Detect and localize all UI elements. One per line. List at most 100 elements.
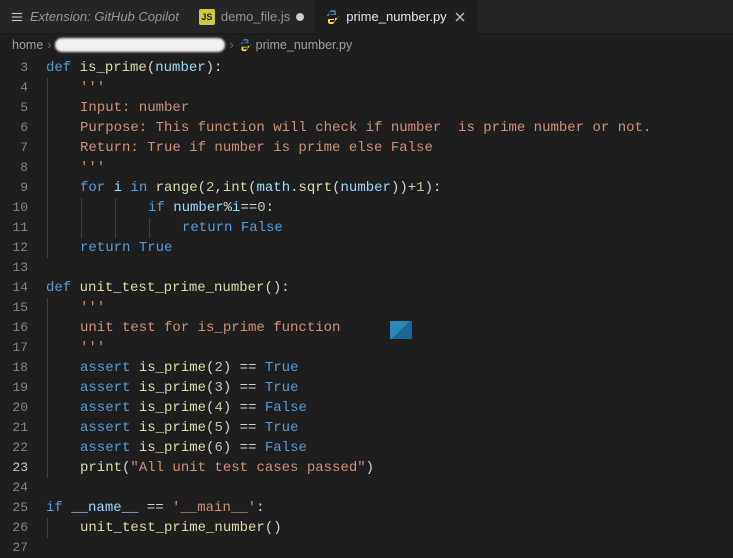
token-op: == bbox=[240, 200, 257, 216]
indent-guide bbox=[47, 318, 48, 338]
breadcrumb-file[interactable]: prime_number.py bbox=[256, 38, 353, 52]
token-pn: ) bbox=[366, 460, 374, 476]
code-line[interactable]: 20assert is_prime(4) == False bbox=[0, 398, 733, 418]
indent-guide bbox=[47, 118, 48, 138]
code-content: assert is_prime(2) == True bbox=[46, 358, 298, 378]
line-number: 16 bbox=[0, 318, 46, 338]
token-str: unit test for is_prime function bbox=[80, 320, 340, 336]
token-var: math bbox=[256, 180, 290, 196]
token-pn: . bbox=[290, 180, 298, 196]
token-var: number bbox=[341, 180, 391, 196]
token-op: == bbox=[240, 360, 265, 376]
line-number: 12 bbox=[0, 238, 46, 258]
tab-prime-number[interactable]: prime_number.py bbox=[314, 0, 476, 33]
token-fn: int bbox=[223, 180, 248, 196]
token-op: + bbox=[408, 180, 416, 196]
code-line[interactable]: 18assert is_prime(2) == True bbox=[0, 358, 733, 378]
token-str: Input: number bbox=[80, 100, 189, 116]
code-line[interactable]: 26unit_test_prime_number() bbox=[0, 518, 733, 538]
code-content: ''' bbox=[46, 158, 105, 178]
code-line[interactable]: 10if number%i==0: bbox=[0, 198, 733, 218]
token-num: 6 bbox=[214, 440, 222, 456]
code-line[interactable]: 23print("All unit test cases passed") bbox=[0, 458, 733, 478]
code-line[interactable]: 8''' bbox=[0, 158, 733, 178]
tab-label: Extension: GitHub Copilot bbox=[30, 9, 179, 24]
token-pn: ( bbox=[332, 180, 340, 196]
indent-guide bbox=[47, 438, 48, 458]
code-line[interactable]: 15''' bbox=[0, 298, 733, 318]
code-line[interactable]: 5Input: number bbox=[0, 98, 733, 118]
line-number: 21 bbox=[0, 418, 46, 438]
token-fn: is_prime bbox=[139, 440, 206, 456]
token-pn: (): bbox=[264, 280, 289, 296]
code-content: assert is_prime(5) == True bbox=[46, 418, 298, 438]
indent-guide bbox=[47, 178, 48, 198]
code-line[interactable]: 24 bbox=[0, 478, 733, 498]
token-pn: )) bbox=[391, 180, 408, 196]
token-pn: ) bbox=[223, 360, 240, 376]
token-pn: ) bbox=[223, 440, 240, 456]
tab-demo-file[interactable]: JS demo_file.js bbox=[189, 0, 314, 33]
token-pn: , bbox=[214, 180, 222, 196]
token-fn: unit_test_prime_number bbox=[80, 520, 265, 536]
close-icon[interactable] bbox=[453, 10, 467, 24]
code-content: Purpose: This function will check if num… bbox=[46, 118, 651, 138]
line-number: 10 bbox=[0, 198, 46, 218]
code-line[interactable]: 16 unit test for is_prime function bbox=[0, 318, 733, 338]
breadcrumb-root[interactable]: home bbox=[12, 38, 43, 52]
code-line[interactable]: 19assert is_prime(3) == True bbox=[0, 378, 733, 398]
line-number: 19 bbox=[0, 378, 46, 398]
token-str: "All unit test cases passed" bbox=[130, 460, 365, 476]
code-line[interactable]: 22assert is_prime(6) == False bbox=[0, 438, 733, 458]
token-op: == bbox=[240, 400, 265, 416]
code-line[interactable]: 4''' bbox=[0, 78, 733, 98]
token-var: number bbox=[173, 200, 223, 216]
code-line[interactable]: 17''' bbox=[0, 338, 733, 358]
py-icon bbox=[238, 38, 252, 52]
code-line[interactable]: 14def unit_test_prime_number(): bbox=[0, 278, 733, 298]
token-fn: range bbox=[156, 180, 198, 196]
line-number: 27 bbox=[0, 538, 46, 558]
js-icon: JS bbox=[199, 9, 215, 25]
token-str: ''' bbox=[80, 80, 105, 96]
code-content: assert is_prime(6) == False bbox=[46, 438, 307, 458]
indent-guide bbox=[47, 158, 48, 178]
token-fn: print bbox=[80, 460, 122, 476]
token-const: True bbox=[265, 380, 299, 396]
code-line[interactable]: 6Purpose: This function will check if nu… bbox=[0, 118, 733, 138]
token-fn: is_prime bbox=[139, 420, 206, 436]
code-line[interactable]: 12return True bbox=[0, 238, 733, 258]
code-line[interactable]: 11return False bbox=[0, 218, 733, 238]
indent-guide bbox=[47, 198, 48, 218]
line-number: 23 bbox=[0, 458, 46, 478]
line-number: 26 bbox=[0, 518, 46, 538]
token-kw: assert bbox=[80, 440, 139, 456]
token-pn: ) bbox=[223, 400, 240, 416]
code-line[interactable]: 7Return: True if number is prime else Fa… bbox=[0, 138, 733, 158]
code-line[interactable]: 3def is_prime(number): bbox=[0, 58, 733, 78]
token-kw: assert bbox=[80, 400, 139, 416]
token-str: ''' bbox=[80, 340, 105, 356]
code-line[interactable]: 13 bbox=[0, 258, 733, 278]
code-line[interactable]: 27 bbox=[0, 538, 733, 558]
chevron-right-icon: › bbox=[229, 38, 233, 52]
token-kw: if bbox=[46, 500, 71, 516]
breadcrumb-redacted bbox=[55, 38, 225, 52]
token-num: 5 bbox=[214, 420, 222, 436]
indent-guide bbox=[47, 518, 48, 538]
code-content: return False bbox=[46, 218, 283, 238]
token-str: '__main__' bbox=[172, 500, 256, 516]
line-number: 11 bbox=[0, 218, 46, 238]
breadcrumb[interactable]: home › › prime_number.py bbox=[0, 34, 733, 56]
code-line[interactable]: 21assert is_prime(5) == True bbox=[0, 418, 733, 438]
code-line[interactable]: 25if __name__ == '__main__': bbox=[0, 498, 733, 518]
tab-extension-copilot[interactable]: Extension: GitHub Copilot bbox=[0, 0, 189, 33]
token-kw: assert bbox=[80, 420, 139, 436]
token-str: ''' bbox=[80, 160, 105, 176]
token-fn: sqrt bbox=[299, 180, 333, 196]
indent-guide bbox=[81, 198, 82, 218]
code-line[interactable]: 9for i in range(2,int(math.sqrt(number))… bbox=[0, 178, 733, 198]
token-op: == bbox=[240, 420, 265, 436]
token-str: Return: True if number is prime else Fal… bbox=[80, 140, 433, 156]
code-editor[interactable]: 3def is_prime(number):4'''5Input: number… bbox=[0, 56, 733, 558]
